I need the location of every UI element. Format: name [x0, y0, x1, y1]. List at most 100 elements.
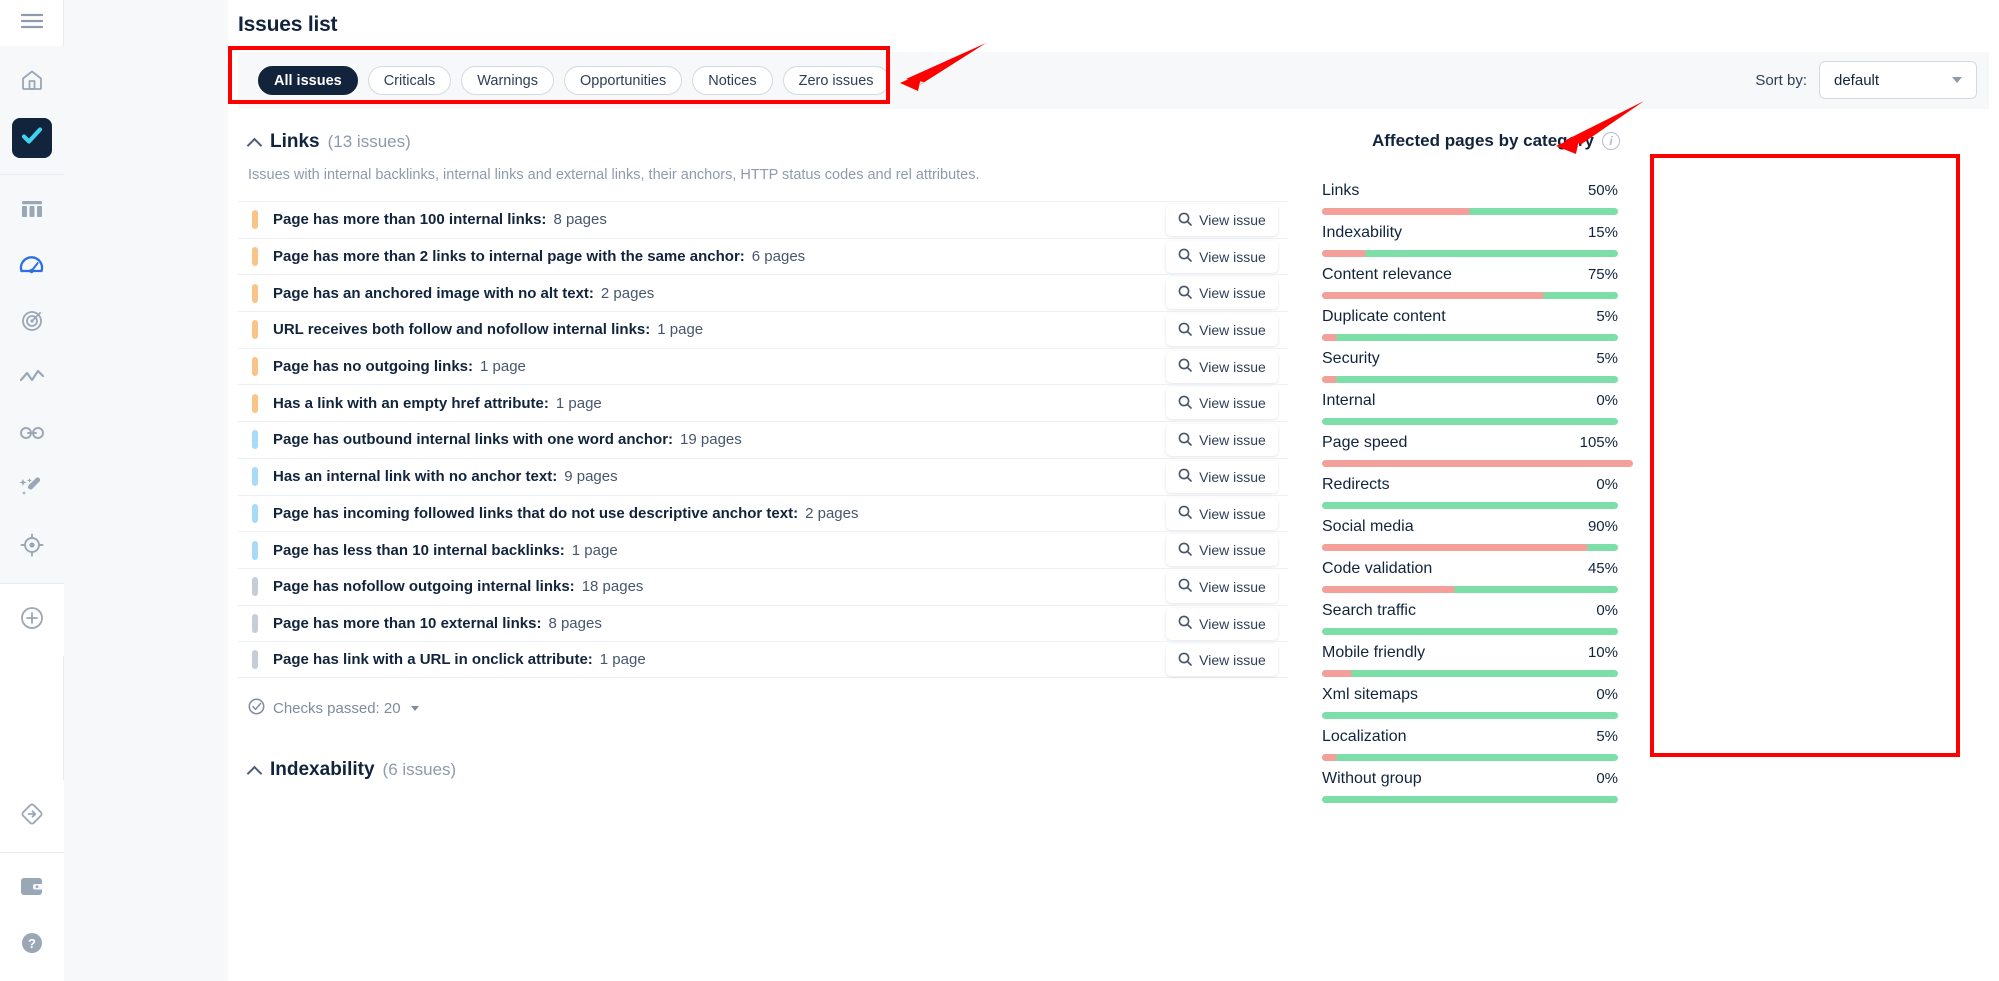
issue-row[interactable]: Page has an anchored image with no alt t…	[238, 274, 1288, 311]
plus-circle-icon	[20, 606, 44, 635]
view-issue-button[interactable]: View issue	[1166, 277, 1278, 310]
view-issue-button[interactable]: View issue	[1166, 204, 1278, 236]
issue-row[interactable]: Page has incoming followed links that do…	[238, 494, 1288, 532]
issue-affected-count: 1 page	[555, 394, 602, 412]
sidebar-item-billing[interactable]	[12, 869, 52, 909]
rail-group-primary	[0, 46, 64, 174]
sidebar-item-analytics[interactable]	[12, 359, 52, 399]
issue-label: Page has outbound internal links with on…	[273, 431, 674, 449]
severity-indicator-note	[252, 503, 258, 523]
filter-chip-notices[interactable]: Notices	[692, 66, 773, 95]
category-progress-track	[1322, 502, 1618, 509]
view-issue-button[interactable]: View issue	[1166, 460, 1278, 493]
category-percent: 75%	[1587, 266, 1618, 283]
filter-chip-label: All issues	[274, 72, 342, 89]
severity-indicator-warn	[252, 283, 258, 303]
icon-sidebar: ?	[0, 0, 64, 981]
sidebar-item-backlinks[interactable]	[12, 415, 52, 455]
sidebar-item-redirects[interactable]	[12, 796, 52, 836]
filter-chip-opportunities[interactable]: Opportunities	[563, 66, 683, 95]
issue-row[interactable]: Page has outbound internal links with on…	[238, 421, 1288, 458]
magic-wand-icon	[19, 476, 44, 506]
issue-row[interactable]: Page has less than 10 internal backlinks…	[238, 531, 1288, 568]
category-progress-track	[1322, 670, 1618, 677]
category-progress-fill	[1322, 544, 1589, 551]
category-list: Links 50% Indexability 15% Content relevance…	[1320, 167, 1633, 813]
severity-indicator-warn	[252, 320, 258, 340]
category-progress-track	[1322, 754, 1618, 761]
category-name: Localization	[1322, 728, 1407, 745]
issue-row[interactable]: Page has more than 2 links to internal p…	[238, 237, 1288, 275]
filter-chip-criticals[interactable]: Criticals	[367, 66, 452, 95]
view-issue-button[interactable]: View issue	[1166, 387, 1278, 420]
menu-button[interactable]	[0, 0, 64, 46]
section-header-indexability[interactable]: Indexability (6 issues)	[238, 719, 1288, 781]
section-header-links[interactable]: Links (13 issues)	[238, 109, 1288, 153]
category-header: Internal 0%	[1322, 392, 1618, 410]
view-issue-button[interactable]: View issue	[1166, 534, 1278, 567]
issue-row[interactable]: Page has more than 10 external links: 8 p…	[238, 604, 1288, 642]
sidebar-item-site-audit[interactable]	[11, 118, 52, 158]
menu-icon	[20, 13, 43, 34]
category-progress-track	[1322, 418, 1618, 425]
issue-row[interactable]: Has a link with an empty href attribute:…	[238, 384, 1288, 421]
view-issue-label: View issue	[1199, 468, 1266, 485]
severity-indicator-zero	[252, 650, 258, 670]
category-progress-track	[1322, 544, 1618, 551]
checks-passed-toggle[interactable]: Checks passed: 20	[238, 678, 1288, 719]
sort-select[interactable]: default	[1819, 61, 1977, 99]
category-percent: 15%	[1587, 224, 1618, 241]
issue-affected-count: 19 pages	[680, 431, 742, 449]
issue-row[interactable]: URL receives both follow and nofollow in…	[238, 311, 1288, 348]
issue-list: Page has more than 100 internal links: 8 …	[238, 201, 1288, 678]
filter-chip-label: Warnings	[477, 72, 538, 89]
category-row: Indexability 15%	[1322, 215, 1618, 257]
view-issue-button[interactable]: View issue	[1166, 424, 1278, 457]
filter-chip-all-issues[interactable]: All issues	[258, 66, 358, 95]
content-columns: Links (13 issues) Issues with internal b…	[228, 109, 1999, 813]
filter-chip-warnings[interactable]: Warnings	[461, 66, 554, 95]
view-issue-button[interactable]: View issue	[1166, 570, 1278, 603]
filter-chip-zero-issues[interactable]: Zero issues	[782, 66, 890, 95]
issue-label: Page has link with a URL in onclick attr…	[273, 651, 593, 669]
category-percent: 105%	[1579, 434, 1618, 451]
category-progress-track	[1322, 334, 1618, 341]
category-name: Mobile friendly	[1322, 644, 1426, 661]
home-icon	[20, 68, 44, 97]
issue-row[interactable]: Page has link with a URL in onclick attr…	[238, 641, 1288, 678]
help-button[interactable]: ?	[12, 925, 52, 965]
issue-label: URL receives both follow and nofollow in…	[273, 321, 651, 339]
view-issue-label: View issue	[1199, 542, 1266, 559]
category-row: Mobile friendly 10%	[1322, 635, 1618, 677]
view-issue-button[interactable]: View issue	[1166, 644, 1278, 677]
sidebar-item-content-optimizer[interactable]	[12, 471, 52, 511]
info-icon[interactable]: i	[1602, 132, 1620, 150]
sidebar-item-speed[interactable]	[12, 247, 52, 287]
issue-row[interactable]: Page has nofollow outgoing internal link…	[238, 567, 1288, 605]
issue-affected-count: 18 pages	[581, 578, 644, 596]
filter-chip-label: Criticals	[383, 72, 436, 89]
category-name: Indexability	[1322, 224, 1403, 241]
view-issue-label: View issue	[1199, 652, 1266, 669]
sidebar-item-rank-tracker[interactable]	[12, 303, 52, 343]
view-issue-button[interactable]: View issue	[1166, 497, 1278, 530]
issue-row[interactable]: Page has more than 100 internal links: 8 …	[238, 201, 1288, 238]
issue-row[interactable]: Page has no outgoing links: 1 page View is…	[238, 347, 1288, 385]
issue-affected-count: 1 page	[480, 358, 526, 376]
sidebar-item-home[interactable]	[12, 62, 52, 102]
view-issue-button[interactable]: View issue	[1166, 240, 1278, 273]
issue-row[interactable]: Has an internal link with no anchor text…	[238, 457, 1288, 495]
search-icon	[1178, 505, 1192, 522]
view-issue-button[interactable]: View issue	[1166, 607, 1278, 640]
issue-label: Page has more than 2 links to internal p…	[273, 248, 745, 266]
chevron-down-icon	[1952, 77, 1962, 83]
view-issue-button[interactable]: View issue	[1166, 314, 1278, 347]
category-row: Duplicate content 5%	[1322, 299, 1618, 341]
category-row: Without group 0%	[1322, 761, 1618, 803]
add-project-button[interactable]	[12, 600, 52, 640]
main-content: Issues list All issues Criticals Warnings O…	[228, 0, 1999, 981]
sidebar-item-dashboard[interactable]	[12, 191, 52, 231]
view-issue-button[interactable]: View issue	[1166, 350, 1278, 383]
sidebar-item-local-seo[interactable]	[12, 527, 52, 567]
view-issue-label: View issue	[1199, 285, 1266, 302]
